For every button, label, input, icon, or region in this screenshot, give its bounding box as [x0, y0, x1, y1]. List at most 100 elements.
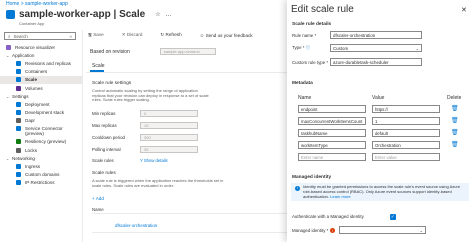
rule-link[interactable]: dfscaler-orchestration [115, 223, 157, 228]
add-rule-button[interactable]: + Add [92, 196, 104, 201]
tab-scale[interactable]: Scale [92, 63, 105, 69]
cooldown-input[interactable]: 300 [140, 134, 198, 141]
max-replicas-input[interactable]: 10 [140, 122, 198, 129]
sidebar-item-label: Locks [25, 147, 38, 153]
sidebar-item-icon [6, 44, 11, 50]
sidebar-item-settings[interactable]: ⌄ Settings [0, 92, 82, 100]
authenticate-checkbox[interactable]: ✓ [390, 214, 396, 220]
sidebar-item-label: Ingress [25, 164, 41, 170]
tab-divider [86, 72, 292, 73]
sidebar-item-icon [16, 172, 21, 178]
metadata-name-input[interactable]: maxConcurrentWorkItemsCount [298, 117, 366, 125]
metadata-title: Metadata [292, 81, 313, 86]
metadata-header-delete: Delete [447, 95, 462, 101]
sidebar-item-dapr[interactable]: Dapr [0, 117, 82, 125]
delete-icon[interactable]: 🗑 [451, 117, 459, 124]
metadata-value-input[interactable]: default [372, 129, 440, 137]
portal-background: Home > sample-worker-app sample-worker-a… [0, 0, 292, 242]
metadata-new-name-input[interactable]: Enter name [298, 153, 366, 161]
scale-rules-row: Scale rules Y Show details [92, 158, 168, 163]
sidebar-item-containers[interactable]: Containers [0, 68, 82, 76]
metadata-name-input[interactable]: endpoint [298, 105, 366, 113]
rules-description: A scale rule is triggered when the appli… [92, 178, 224, 188]
metadata-value-input[interactable]: https:// [372, 105, 440, 113]
refresh-button[interactable]: ↻ Refresh [160, 32, 190, 38]
revision-dropdown[interactable]: sample-app-revision [159, 48, 216, 55]
identity-info-banner: i Identity must be granted permissions t… [291, 183, 469, 201]
pin-icon[interactable]: ☆ [155, 11, 160, 18]
sidebar-item-ingress[interactable]: Ingress [0, 162, 82, 170]
sidebar-item-label: Revisions and replicas [25, 60, 71, 66]
custom-type-row: Custom rule type * azure-durabletask-sch… [292, 58, 422, 66]
sidebar-item-custom-domains[interactable]: Custom domains [0, 171, 82, 179]
breadcrumb[interactable]: Home > sample-worker-app [6, 1, 68, 7]
custom-type-input[interactable]: azure-durabletask-scheduler [330, 58, 422, 66]
panel-title: Edit scale rule [291, 4, 354, 15]
page-title: sample-worker-app | Scale [19, 9, 146, 20]
close-icon[interactable]: ✕ [461, 6, 467, 14]
sidebar-item-icon [16, 164, 21, 170]
more-icon[interactable]: … [166, 12, 172, 18]
sidebar-item-locks[interactable]: Locks [0, 146, 82, 154]
info-icon: i [295, 186, 300, 191]
discard-button[interactable]: ✕ Discard [122, 32, 152, 38]
sidebar-item-deployment[interactable]: Deployment [0, 100, 82, 108]
sidebar-item-volumes[interactable]: Volumes [0, 84, 82, 92]
learn-more-link[interactable]: Learn more [330, 194, 350, 199]
metadata-name-input[interactable]: workItemType [298, 141, 366, 149]
delete-icon[interactable]: 🗑 [451, 141, 459, 148]
rule-name-row: Rule name * dfscaler-orchestration [292, 31, 422, 39]
sidebar-item-application[interactable]: ⌄ Application [0, 51, 82, 59]
polling-input[interactable]: 30 [140, 146, 198, 153]
rule-name-input[interactable]: dfscaler-orchestration [330, 31, 422, 39]
sidebar-item-resiliency-preview[interactable]: Resiliency (preview) [0, 138, 82, 146]
page-header: sample-worker-app | Scale ☆ … [6, 9, 172, 20]
sidebar-item-resource-visualizer[interactable]: Resource visualizer [0, 43, 82, 51]
managed-identity-row: Managed identity * ! ⌄ [292, 226, 426, 234]
sidebar-item-icon [16, 110, 21, 116]
metadata-new-value-input[interactable]: Enter value [372, 153, 440, 161]
sidebar-item-scale[interactable]: Scale [0, 75, 82, 84]
metadata-header-name: Name [298, 95, 312, 101]
sidebar-item-networking[interactable]: ⌄ Networking [0, 154, 82, 162]
polling-row: Polling interval 30 [92, 146, 198, 153]
identity-title: Managed identity [292, 175, 332, 180]
type-dropdown[interactable]: Custom ⌄ [330, 44, 422, 52]
sidebar-item-label: IP Restrictions [25, 180, 55, 186]
edit-scale-rule-panel: Edit scale rule ✕ Scale rule details Rul… [287, 0, 474, 242]
collapse-icon[interactable]: « [69, 34, 72, 39]
sidebar-item-icon [16, 139, 21, 145]
sidebar-item-icon [16, 147, 21, 153]
save-button[interactable]: 🖫 Save [88, 31, 113, 39]
min-replicas-input[interactable]: 0 [140, 110, 198, 117]
identity-info-text: Identity must be granted permissions to … [303, 184, 461, 199]
sidebar-item-icon [16, 125, 21, 131]
sidebar-item-label: Networking [12, 155, 35, 161]
delete-icon[interactable]: 🗑 [451, 129, 459, 136]
settings-description: Control automatic scaling by setting the… [92, 88, 209, 103]
metadata-value-input[interactable]: Orchestration [372, 141, 440, 149]
sidebar-item-development-stack[interactable]: Development stack [0, 109, 82, 117]
sidebar-item-label: Containers [25, 69, 48, 75]
max-replicas-row: Max replicas 10 [92, 122, 198, 129]
sidebar-search-input[interactable]: ⌕ Search « [4, 32, 76, 40]
type-row: Type * ⓘ Custom ⌄ [292, 44, 422, 52]
sidebar-item-revisions-and-replicas[interactable]: Revisions and replicas [0, 59, 82, 67]
sidebar-item-label: Settings [12, 93, 29, 99]
authenticate-row: Authenticate with a Managed identity ✓ [292, 213, 396, 220]
sidebar-item-icon [16, 69, 21, 75]
sidebar-item-label: Resiliency (preview) [25, 139, 67, 145]
sidebar-item-label: Scale [25, 77, 38, 83]
sidebar-item-ip-restrictions[interactable]: IP Restrictions [0, 179, 82, 187]
metadata-name-input[interactable]: taskhubName [298, 129, 366, 137]
delete-icon[interactable]: 🗑 [451, 105, 459, 112]
feedback-button[interactable]: ☺ Send us your feedback [200, 33, 262, 38]
show-details-link[interactable]: Y Show details [140, 158, 168, 163]
sidebar-item-label: Service Connector (preview) [25, 125, 63, 136]
sidebar-item-icon [16, 77, 21, 83]
managed-identity-dropdown[interactable]: ⌄ [339, 226, 426, 234]
warning-icon: ! [330, 227, 335, 233]
sidebar-item-service-connector-preview[interactable]: Service Connector (preview) [0, 125, 82, 138]
details-title: Scale rule details [292, 22, 332, 27]
metadata-value-input[interactable]: 1 [372, 117, 440, 125]
